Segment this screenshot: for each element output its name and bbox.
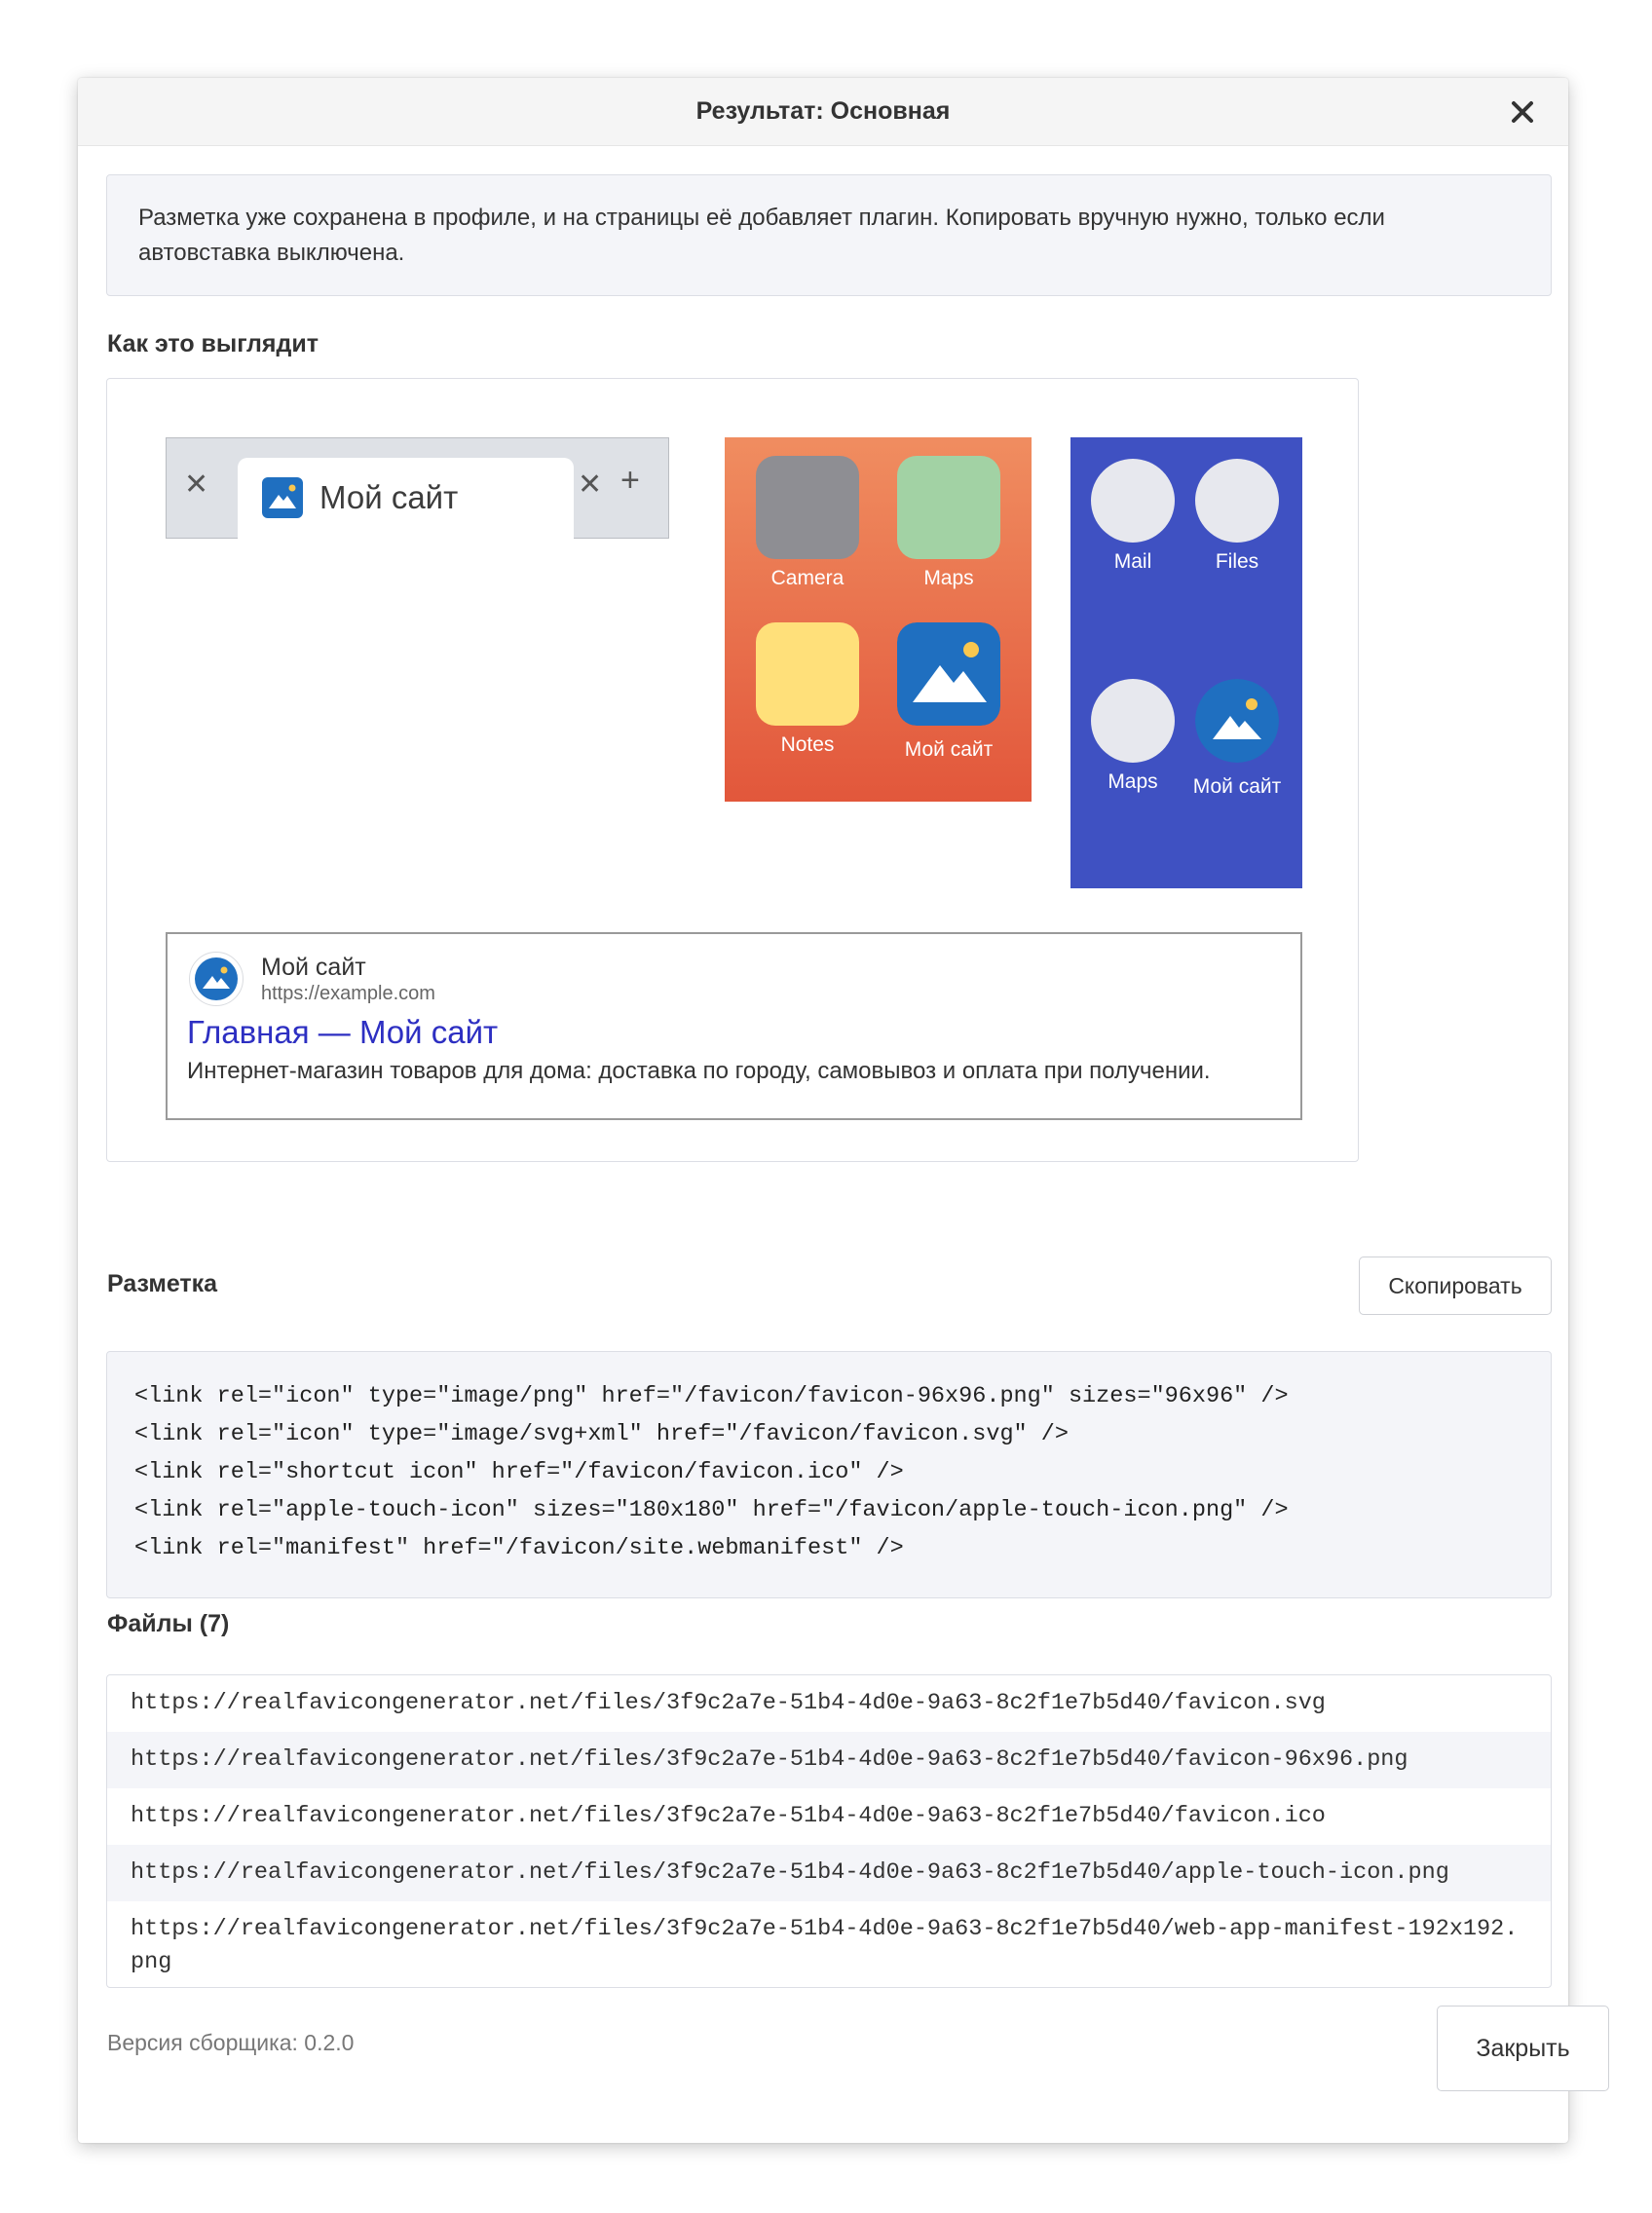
markup-code-block[interactable]: <link rel="icon" type="image/png" href="… (106, 1351, 1552, 1598)
ios-app-maps: Maps (897, 456, 1000, 590)
android-app-maps: Maps (1081, 679, 1184, 794)
ios-app-notes: Notes (756, 622, 859, 757)
android-app-site: Мой сайт (1185, 679, 1289, 799)
ios-app-label: Maps (923, 567, 974, 589)
result-dialog: Результат: Основная Разметка уже сохране… (78, 78, 1609, 2143)
files-section-title: Файлы (7) (107, 1610, 230, 1637)
preview-box: ✕ Мой сайт ✕ + Camera Maps Notes Мой сай… (106, 378, 1359, 1162)
tab-close-icon: ✕ (578, 469, 603, 501)
serp-favicon (189, 952, 244, 1006)
camera-app-icon (756, 456, 859, 559)
ios-app-camera: Camera (756, 456, 859, 590)
notes-app-icon (756, 622, 859, 726)
maps-app-icon (1091, 679, 1175, 763)
builder-version: Версия сборщика: 0.2.0 (107, 2030, 355, 2055)
close-button[interactable]: Закрыть (1437, 2006, 1609, 2091)
search-result-mock: Мой сайт https://example.com Главная — М… (166, 932, 1302, 1120)
site-favicon-icon (195, 957, 238, 1000)
serp-url: https://example.com (261, 983, 435, 1004)
ios-app-label: Notes (780, 733, 835, 756)
preview-section-title: Как это выглядит (107, 330, 319, 357)
android-app-label: Мой сайт (1192, 775, 1282, 798)
info-notice: Разметка уже сохранена в профиле, и на с… (106, 174, 1552, 296)
file-link[interactable]: https://realfavicongenerator.net/files/3… (107, 1788, 1551, 1845)
site-favicon-icon (262, 477, 303, 518)
ios-homescreen-mock: Camera Maps Notes Мой сайт (725, 437, 1032, 802)
serp-site-name: Мой сайт (261, 954, 366, 981)
browser-tab-mock: ✕ Мой сайт ✕ + (166, 437, 669, 540)
site-favicon-icon (1195, 679, 1279, 763)
android-app-label: Maps (1108, 770, 1158, 793)
file-link[interactable]: https://realfavicongenerator.net/files/3… (107, 1675, 1551, 1732)
ios-app-label: Camera (770, 567, 845, 589)
close-icon[interactable] (1504, 94, 1541, 131)
maps-app-icon (897, 456, 1000, 559)
ios-app-site: Мой сайт (897, 622, 1000, 762)
file-link[interactable]: https://realfavicongenerator.net/files/3… (107, 1845, 1551, 1901)
android-app-label: Mail (1113, 550, 1152, 573)
serp-description: Интернет-магазин товаров для дома: доста… (187, 1058, 1211, 1084)
android-app-label: Files (1215, 550, 1259, 573)
files-list: https://realfavicongenerator.net/files/3… (106, 1674, 1552, 1988)
dialog-header: Результат: Основная (78, 78, 1568, 146)
tab-label: Мой сайт (319, 479, 459, 515)
ios-app-label: Мой сайт (904, 738, 994, 761)
android-app-mail: Mail (1081, 459, 1184, 574)
markup-section-title: Разметка (107, 1270, 218, 1297)
site-favicon-icon (897, 622, 1000, 726)
android-app-files: Files (1185, 459, 1289, 574)
file-link[interactable]: https://realfavicongenerator.net/files/3… (107, 1901, 1551, 1987)
android-homescreen-mock: Mail Files Maps Мой сайт (1070, 437, 1302, 888)
browser-tab-active: Мой сайт (238, 458, 574, 540)
copy-button[interactable]: Скопировать (1359, 1257, 1552, 1315)
serp-title-link: Главная — Мой сайт (187, 1014, 499, 1050)
mail-app-icon (1091, 459, 1175, 543)
files-app-icon (1195, 459, 1279, 543)
tab-close-icon: ✕ (184, 469, 209, 501)
dialog-title: Результат: Основная (695, 97, 951, 125)
file-link[interactable]: https://realfavicongenerator.net/files/3… (107, 1732, 1551, 1788)
new-tab-icon: + (620, 462, 640, 499)
